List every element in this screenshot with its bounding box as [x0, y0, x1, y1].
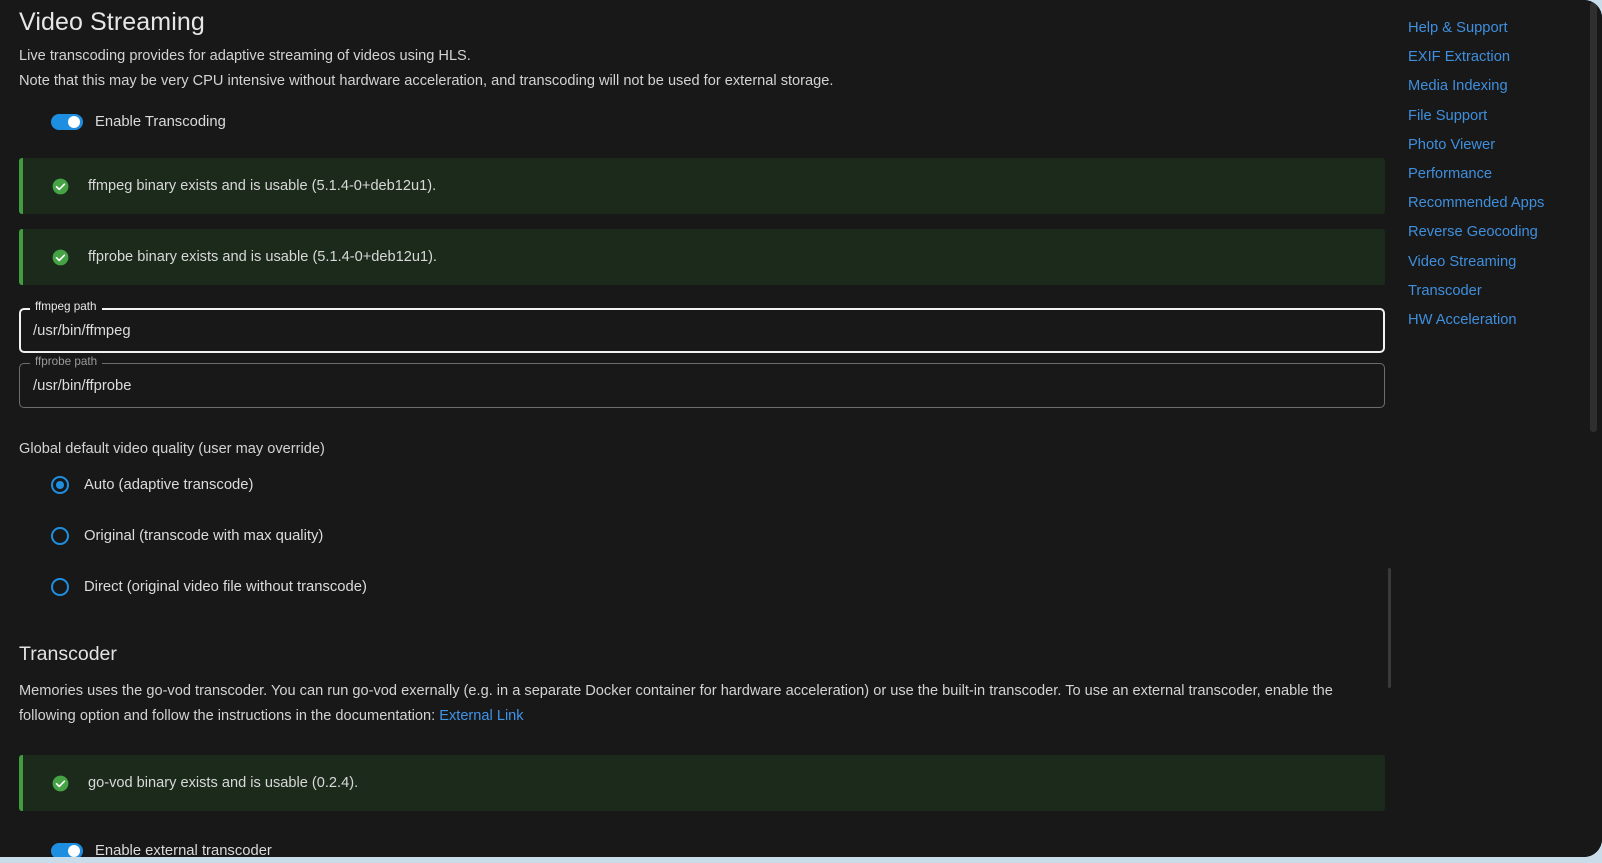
- nav-item-file-support[interactable]: File Support: [1408, 102, 1602, 131]
- ffmpeg-path-value[interactable]: /usr/bin/ffmpeg: [33, 323, 131, 339]
- enable-transcoding-label: Enable Transcoding: [95, 114, 226, 130]
- nav-item-media-indexing[interactable]: Media Indexing: [1408, 72, 1602, 101]
- field-outline: [19, 363, 1385, 408]
- quality-option-original[interactable]: Original (transcode with max quality): [51, 524, 1395, 548]
- radio-auto[interactable]: [51, 476, 69, 494]
- check-circle-icon: [52, 178, 69, 194]
- window-scrollbar-thumb[interactable]: [1590, 2, 1597, 432]
- ffmpeg-path-legend: ffmpeg path: [30, 300, 102, 314]
- ffprobe-path-legend: ffprobe path: [30, 355, 103, 369]
- ffmpeg-path-field[interactable]: ffmpeg path /usr/bin/ffmpeg: [19, 300, 1385, 353]
- page-title: Video Streaming: [19, 8, 205, 36]
- radio-original[interactable]: [51, 527, 69, 545]
- govod-status-alert: go-vod binary exists and is usable (0.2.…: [19, 755, 1385, 811]
- ffprobe-path-field[interactable]: ffprobe path /usr/bin/ffprobe: [19, 355, 1385, 408]
- section-navigation: Help & Support EXIF Extraction Media Ind…: [1395, 0, 1602, 857]
- nav-item-transcoder[interactable]: Transcoder: [1408, 277, 1602, 306]
- radio-original-label: Original (transcode with max quality): [84, 528, 324, 544]
- nav-item-help-support[interactable]: Help & Support: [1408, 14, 1602, 43]
- radio-direct[interactable]: [51, 578, 69, 596]
- check-circle-icon: [52, 775, 69, 791]
- ffprobe-path-value[interactable]: /usr/bin/ffprobe: [33, 378, 131, 394]
- nav-item-exif-extraction[interactable]: EXIF Extraction: [1408, 43, 1602, 72]
- enable-external-transcoder-toggle[interactable]: [51, 843, 83, 857]
- toggle-knob: [68, 845, 80, 857]
- transcoder-description: Memories uses the go-vod transcoder. You…: [19, 679, 1349, 728]
- enable-external-transcoder-row[interactable]: Enable external transcoder: [51, 836, 1395, 857]
- transcoder-description-text: Memories uses the go-vod transcoder. You…: [19, 683, 1333, 724]
- nav-item-video-streaming[interactable]: Video Streaming: [1408, 248, 1602, 277]
- external-link[interactable]: External Link: [439, 708, 523, 724]
- app-window: Video Streaming Live transcoding provide…: [0, 0, 1602, 857]
- radio-auto-label: Auto (adaptive transcode): [84, 477, 254, 493]
- settings-main-panel: Video Streaming Live transcoding provide…: [0, 0, 1395, 857]
- check-circle-icon: [52, 249, 69, 265]
- intro-line-1: Live transcoding provides for adaptive s…: [19, 48, 471, 64]
- ffmpeg-status-alert: ffmpeg binary exists and is usable (5.1.…: [19, 158, 1385, 214]
- enable-transcoding-toggle[interactable]: [51, 114, 83, 130]
- govod-status-text: go-vod binary exists and is usable (0.2.…: [88, 775, 359, 791]
- nav-item-photo-viewer[interactable]: Photo Viewer: [1408, 131, 1602, 160]
- enable-external-transcoder-label: Enable external transcoder: [95, 843, 272, 857]
- enable-transcoding-row[interactable]: Enable Transcoding: [51, 107, 1395, 137]
- quality-option-auto[interactable]: Auto (adaptive transcode): [51, 473, 1395, 497]
- intro-line-2: Note that this may be very CPU intensive…: [19, 72, 834, 89]
- nav-item-reverse-geocoding[interactable]: Reverse Geocoding: [1408, 218, 1602, 247]
- nav-item-hw-acceleration[interactable]: HW Acceleration: [1408, 306, 1602, 335]
- quality-option-direct[interactable]: Direct (original video file without tran…: [51, 575, 1395, 599]
- window-scrollbar[interactable]: [1588, 2, 1599, 855]
- field-outline: [19, 308, 1385, 353]
- transcoder-section-title: Transcoder: [19, 643, 117, 665]
- ffprobe-status-text: ffprobe binary exists and is usable (5.1…: [88, 249, 437, 265]
- nav-item-recommended-apps[interactable]: Recommended Apps: [1408, 189, 1602, 218]
- quality-group-label: Global default video quality (user may o…: [19, 441, 325, 457]
- toggle-knob: [68, 116, 80, 128]
- ffprobe-status-alert: ffprobe binary exists and is usable (5.1…: [19, 229, 1385, 285]
- ffmpeg-status-text: ffmpeg binary exists and is usable (5.1.…: [88, 178, 437, 194]
- inner-scrollbar-thumb[interactable]: [1388, 568, 1391, 688]
- nav-item-performance[interactable]: Performance: [1408, 160, 1602, 189]
- radio-direct-label: Direct (original video file without tran…: [84, 579, 367, 595]
